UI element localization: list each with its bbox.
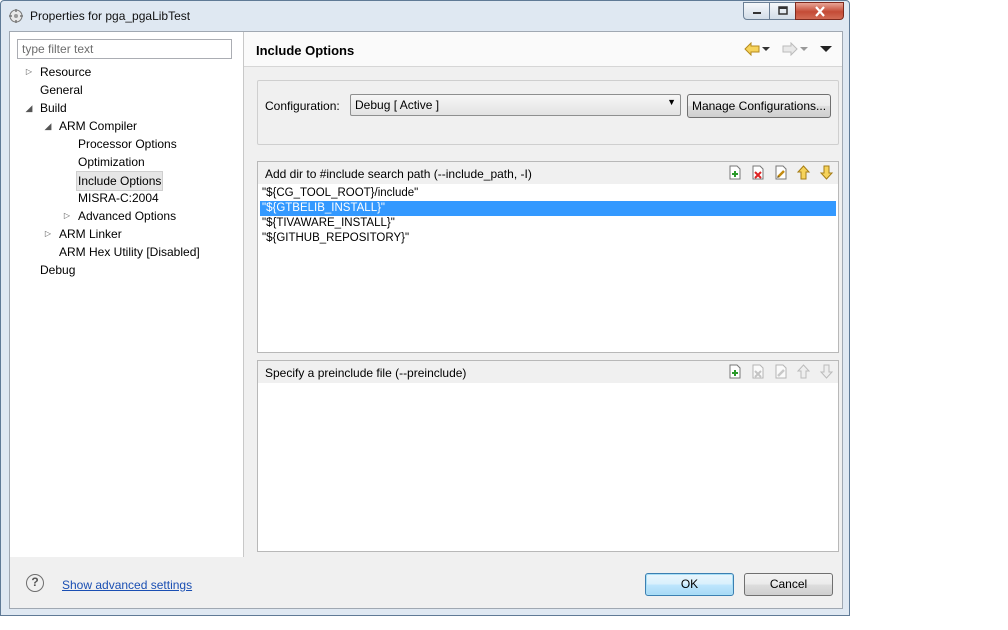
configuration-select[interactable]: Debug [ Active ] ▼ [350, 94, 681, 116]
back-dropdown-icon[interactable] [762, 42, 770, 56]
settings-pane: Include Options Configuration: Debug [A… [244, 32, 842, 557]
configuration-group: Configuration: Debug [ Active ] ▼ Manage… [257, 80, 839, 145]
move-down-icon [819, 364, 834, 379]
tree-label: General [40, 83, 83, 97]
title-bar[interactable]: Properties for pga_pgaLibTest [1, 1, 849, 31]
include-path-title: Add dir to #include search path (--inclu… [265, 167, 532, 181]
minimize-icon [752, 12, 761, 14]
back-arrow-icon[interactable] [744, 42, 760, 56]
show-advanced-settings-link[interactable]: Show advanced settings [62, 578, 192, 592]
tree-label: ARM Linker [59, 227, 122, 241]
edit-icon[interactable] [773, 165, 788, 180]
close-button[interactable] [795, 2, 844, 20]
tree-label-selected: Include Options [76, 171, 164, 191]
window-title: Properties for pga_pgaLibTest [30, 9, 191, 23]
tree-label: Advanced Options [78, 209, 177, 223]
preinclude-panel: Specify a preinclude file (--preinclude) [257, 360, 839, 552]
forward-arrow-icon [782, 42, 798, 56]
tree-label: Optimization [78, 155, 145, 169]
tree-label: MISRA-C:2004 [78, 191, 159, 205]
edit-icon [775, 364, 787, 379]
tree-label: ARM Hex Utility [Disabled] [59, 245, 200, 259]
add-icon[interactable] [727, 165, 742, 180]
move-up-icon[interactable] [796, 165, 811, 180]
configuration-label: Configuration: [265, 99, 340, 113]
configuration-selected-value: Debug [ Active ] [355, 98, 440, 112]
list-item[interactable]: "${TIVAWARE_INSTALL}" [260, 216, 836, 231]
expand-triangle-icon[interactable]: ▷ [24, 63, 34, 81]
page-header: Include Options [244, 32, 842, 67]
navigation-pane: ▷ Resource General ◢ Build ◢ ARM Compile… [10, 32, 243, 557]
view-menu-icon[interactable] [820, 42, 832, 56]
ok-button[interactable]: OK [645, 573, 734, 596]
properties-window: Properties for pga_pgaLibTest ▷ Resource… [0, 0, 850, 616]
delete-icon[interactable] [750, 165, 765, 180]
app-icon [9, 9, 23, 23]
list-item-selected[interactable]: "${GTBELIB_INSTALL}" [260, 201, 836, 216]
forward-dropdown-icon [800, 47, 808, 51]
cancel-button[interactable]: Cancel [744, 573, 833, 596]
minimize-button[interactable] [743, 2, 770, 20]
list-item[interactable]: "${CG_TOOL_ROOT}/include" [260, 186, 836, 201]
include-path-panel: Add dir to #include search path (--inclu… [257, 161, 839, 353]
maximize-button[interactable] [769, 2, 796, 20]
list-item[interactable]: "${GITHUB_REPOSITORY}" [260, 231, 836, 246]
help-icon[interactable]: ? [26, 574, 44, 592]
collapse-triangle-icon[interactable]: ◢ [24, 99, 34, 117]
preinclude-toolbar [727, 364, 834, 379]
delete-icon [752, 364, 764, 379]
tree-label: Processor Options [78, 137, 177, 151]
close-icon [814, 5, 825, 17]
preinclude-header: Specify a preinclude file (--preinclude) [258, 361, 838, 383]
include-path-toolbar [727, 165, 834, 180]
expand-triangle-icon[interactable]: ▷ [62, 207, 72, 225]
filter-input[interactable] [17, 39, 232, 59]
chevron-down-icon: ▼ [667, 97, 676, 107]
page-title: Include Options [256, 43, 355, 58]
maximize-icon [777, 6, 788, 15]
move-down-icon[interactable] [819, 165, 834, 180]
preinclude-title: Specify a preinclude file (--preinclude) [265, 366, 467, 380]
expand-triangle-icon[interactable]: ▷ [43, 225, 53, 243]
tree-label: Resource [40, 65, 92, 79]
include-path-header: Add dir to #include search path (--inclu… [258, 162, 838, 184]
dialog-client-area: ▷ Resource General ◢ Build ◢ ARM Compile… [9, 31, 843, 609]
tree-label: Debug [40, 263, 76, 277]
collapse-triangle-icon[interactable]: ◢ [43, 117, 53, 135]
dialog-footer: ? Show advanced settings OK Cancel [10, 557, 842, 608]
manage-configurations-button[interactable]: Manage Configurations... [687, 94, 831, 118]
add-icon[interactable] [727, 364, 742, 379]
move-up-icon [796, 364, 811, 379]
tree-label: Build [40, 101, 67, 115]
tree-label: ARM Compiler [59, 119, 138, 133]
